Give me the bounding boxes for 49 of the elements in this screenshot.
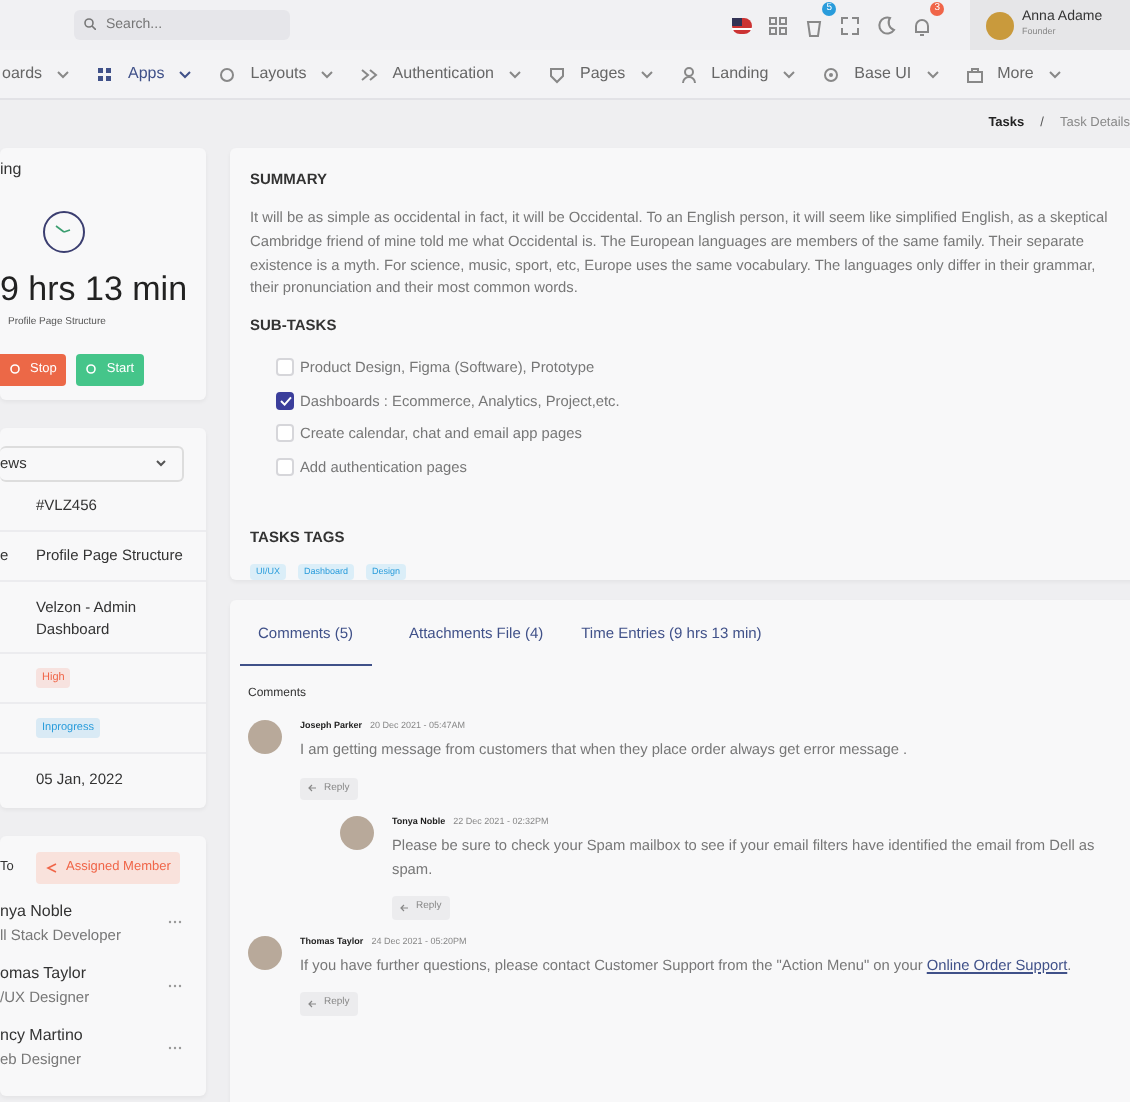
chevron-down-icon: [320, 69, 335, 79]
chevron-down-icon: [507, 69, 522, 79]
reply-arrow-icon: [308, 784, 316, 793]
nav-menu-item[interactable]: More: [997, 62, 1034, 86]
avatar: [986, 11, 1014, 39]
nav-menu-item[interactable]: Base UI: [854, 62, 912, 86]
chevron-down-icon: [156, 460, 166, 468]
grid-icon[interactable]: [766, 13, 790, 37]
avatar: [248, 720, 282, 755]
card-title: ing: [0, 158, 24, 182]
clock-icon: [42, 210, 86, 254]
nav-menu-item[interactable]: Layouts: [250, 62, 307, 86]
shield-icon: [547, 65, 566, 83]
timer-value: 9 hrs 13 min: [0, 268, 190, 312]
target-icon: [822, 65, 841, 83]
reply-arrow-icon: [400, 904, 408, 913]
record-icon: [86, 364, 97, 375]
reply-arrow-icon: [308, 1000, 316, 1009]
record-icon: [10, 364, 20, 375]
double-chevron-icon: [360, 65, 379, 83]
avatar: [248, 935, 282, 970]
checkbox[interactable]: [276, 391, 294, 410]
moon-icon[interactable]: [874, 13, 898, 37]
member-name: omas Taylor: [0, 962, 88, 986]
nav-menu-item[interactable]: Authentication: [392, 62, 494, 86]
fullscreen-icon[interactable]: [838, 13, 862, 37]
chevron-down-icon: [178, 69, 193, 79]
person-icon: [679, 65, 698, 83]
grid-icon: [96, 65, 115, 83]
bell-icon[interactable]: [910, 13, 934, 37]
more-icon[interactable]: [168, 920, 182, 925]
nav-menu-item[interactable]: Pages: [579, 62, 626, 86]
chevron-down-icon: [639, 69, 654, 79]
search-icon: [84, 18, 96, 30]
chevron-down-icon: [1047, 69, 1062, 79]
chevron-down-icon: [782, 69, 797, 79]
more-icon[interactable]: [168, 1045, 182, 1050]
avatar: [340, 816, 374, 851]
flag-icon[interactable]: [730, 13, 754, 37]
briefcase-icon: [965, 65, 984, 83]
nav-menu-item[interactable]: oards: [2, 62, 43, 86]
chevron-down-icon: [56, 69, 71, 79]
nav-menu-item[interactable]: Apps: [128, 62, 165, 86]
member-name: ncy Martino: [0, 1024, 85, 1049]
circle-icon: [218, 65, 237, 83]
nav-menu-item[interactable]: Landing: [711, 62, 769, 86]
chevron-down-icon: [925, 69, 940, 79]
more-icon[interactable]: [168, 983, 182, 988]
member-name: nya Noble: [0, 899, 75, 924]
